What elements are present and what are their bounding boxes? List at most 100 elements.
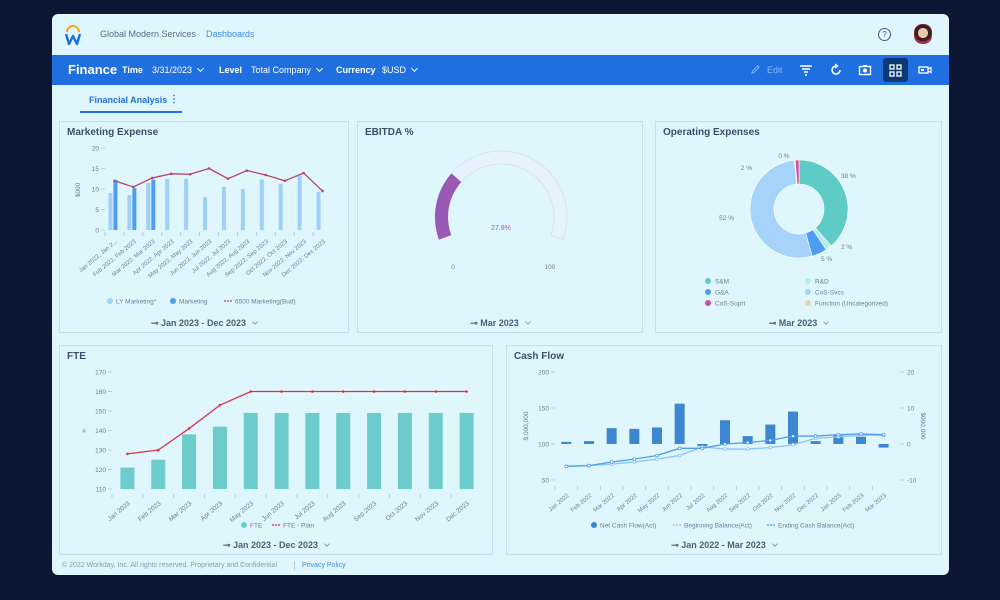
org-name[interactable]: Global Modern Services [100, 29, 196, 39]
x-tick-label: Jan 2023 [107, 500, 132, 523]
x-tick-label: Feb 2022 [570, 493, 594, 514]
time-dropdown[interactable]: 3/31/2023 [152, 64, 205, 75]
currency-dropdown[interactable]: $USD [382, 64, 419, 75]
workday-logo-icon[interactable] [64, 23, 82, 47]
slice-label: 52 % [719, 215, 734, 222]
fte-plan-point [372, 390, 376, 393]
date-range-label: Jan 2023 - Dec 2023 [232, 540, 319, 550]
fte-bar [151, 459, 166, 489]
beginning-balance-point [655, 457, 659, 461]
y-tick-label: 170 [95, 370, 106, 377]
grid-view-button[interactable] [883, 58, 908, 82]
y-tick-label: 110 [96, 487, 107, 494]
budget-point [169, 172, 173, 176]
y-axis-label: # [82, 428, 86, 435]
x-tick-label: May 2022 [637, 493, 662, 515]
help-icon[interactable]: ? [878, 28, 891, 41]
ending-cash-balance-point [655, 453, 659, 458]
y-axis-label: $000 [75, 182, 82, 197]
legend-label: CoS-Suprt [715, 301, 746, 308]
beginning-balance-point [745, 447, 750, 451]
fte-plan-point [434, 390, 438, 393]
net-cash-flow-bar [720, 420, 730, 444]
ending-cash-balance-point [813, 434, 818, 438]
level-value: Total Company [251, 65, 312, 75]
fte-bar [212, 426, 227, 489]
date-range-label: Mar 2023 [480, 318, 519, 328]
beginning-balance-point [791, 442, 795, 447]
y-tick-label: 150 [538, 406, 549, 413]
edit-button[interactable]: Edit [767, 65, 783, 75]
time-value: 3/31/2023 [152, 65, 193, 75]
fte-date-range[interactable]: ⊸ Jan 2023 - Dec 2023 [60, 540, 492, 551]
copyright-text: © 2022 Workday, Inc. All rights reserved… [62, 562, 278, 569]
slice-label: 0 % [778, 153, 789, 160]
x-tick-label: Jun 2022 [661, 493, 684, 514]
x-tick-label: Dec 2023 [445, 500, 471, 523]
avatar[interactable] [914, 24, 932, 44]
legend-swatch [705, 278, 711, 284]
ly-marketing-bar [259, 179, 264, 230]
fte-plan-point [403, 390, 407, 393]
breadcrumb-dashboards[interactable]: Dashboards [206, 29, 255, 39]
legend-label: Beginning Balance(Act) [684, 523, 752, 530]
legend-swatch [170, 298, 176, 304]
x-tick-label: Sep 2022 [728, 493, 752, 515]
marketing-date-range[interactable]: ⊸ Jan 2023 - Dec 2023 [60, 318, 348, 329]
fte-bar [120, 467, 135, 489]
cash-flow-date-range[interactable]: ⊸ Jan 2022 - Mar 2023 [507, 540, 941, 551]
ly-marketing-bar [146, 182, 151, 230]
privacy-policy-link[interactable]: Privacy Policy [302, 562, 346, 569]
level-dropdown[interactable]: Total Company [251, 64, 324, 75]
ebitda-date-range[interactable]: ⊸ Mar 2023 [358, 318, 642, 329]
ending-cash-balance-point [723, 442, 727, 446]
fte-bar [397, 412, 412, 489]
ending-cash-balance-point [609, 460, 614, 464]
fte-bar [243, 412, 258, 489]
ending-cash-balance-point [564, 464, 569, 469]
fte-bar [459, 412, 474, 489]
x-tick-label: Mar 2023 [865, 493, 889, 514]
fte-plan-line [127, 390, 467, 455]
camera-icon[interactable] [858, 63, 872, 77]
net-cash-flow-bar [878, 444, 889, 448]
tab-more-icon[interactable]: ⋮ [169, 94, 179, 105]
range-icon: ⊸ [768, 318, 779, 328]
ebitda-panel: EBITDA % 27.9% 0 100 ⊸ Mar 2023 [357, 121, 643, 333]
range-icon: ⊸ [671, 540, 682, 550]
chevron-down-icon [410, 64, 419, 73]
legend-label: 6500 Marketing(Bud) [235, 299, 296, 306]
x-tick-label: Jul 2022 [685, 493, 707, 513]
x-tick-label: Jan 2022 [548, 493, 571, 514]
x-tick-label: Oct 2022 [752, 493, 775, 514]
legend-label: Net Cash Flow(Act) [600, 523, 656, 530]
fte-plan-point [218, 403, 222, 407]
ly-marketing-bar [221, 186, 226, 230]
fte-plan-point [341, 390, 345, 393]
fte-plan-point [156, 448, 160, 452]
x-tick-label: May 2023 [229, 500, 256, 524]
footer-divider [294, 561, 295, 570]
x-tick-label: Nov 2022 [774, 493, 798, 515]
y-tick-label: 140 [95, 428, 106, 435]
fte-plan-point [249, 390, 253, 393]
x-tick-label: Dec 2022 [796, 493, 820, 515]
y-tick-label: -10 [907, 478, 917, 485]
ending-cash-balance-point [745, 440, 750, 445]
y-tick-label: 10 [92, 187, 100, 194]
y-tick-label: 160 [95, 389, 106, 396]
budget-point [302, 171, 305, 175]
video-icon[interactable] [918, 63, 932, 77]
legend-swatch [705, 300, 711, 306]
filter-icon[interactable] [799, 63, 813, 77]
refresh-icon[interactable] [829, 63, 843, 77]
date-range-label: Jan 2023 - Dec 2023 [160, 318, 247, 328]
y-tick-label: 10 [907, 406, 915, 413]
beginning-balance-point [632, 460, 637, 464]
ebitda-gauge: 27.9% 0 100 [434, 150, 568, 271]
ending-cash-balance-point [587, 463, 591, 468]
tab-financial-analysis[interactable]: Financial Analysis [89, 95, 167, 105]
opex-date-range[interactable]: ⊸ Mar 2023 [656, 318, 941, 329]
active-tab-indicator [80, 111, 182, 113]
beginning-balance-point [768, 445, 773, 450]
